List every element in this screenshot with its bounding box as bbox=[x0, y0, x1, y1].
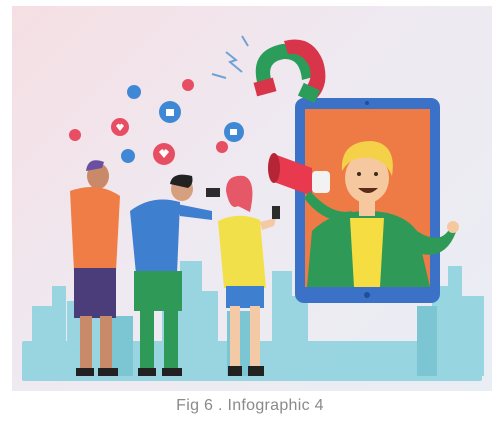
smartphone-icon bbox=[206, 188, 220, 197]
heart-bubble-icon bbox=[69, 129, 81, 141]
figure-caption: Fig 6 . Infographic 4 bbox=[176, 397, 324, 414]
thumbs-up-bubble-icon bbox=[121, 149, 135, 163]
thumbs-up-bubble-icon bbox=[159, 101, 181, 123]
social-bubbles bbox=[69, 79, 244, 165]
heart-bubble-icon bbox=[216, 141, 228, 153]
thumbs-up-bubble-icon bbox=[224, 122, 244, 142]
heart-bubble-icon bbox=[111, 118, 129, 136]
heart-bubble-icon bbox=[182, 79, 194, 91]
thumbs-up-bubble-icon bbox=[127, 85, 141, 99]
influencer-illustration bbox=[12, 6, 492, 391]
smartphone-icon bbox=[272, 206, 280, 219]
heart-bubble-icon bbox=[153, 143, 175, 165]
magnet-icon bbox=[211, 35, 326, 104]
